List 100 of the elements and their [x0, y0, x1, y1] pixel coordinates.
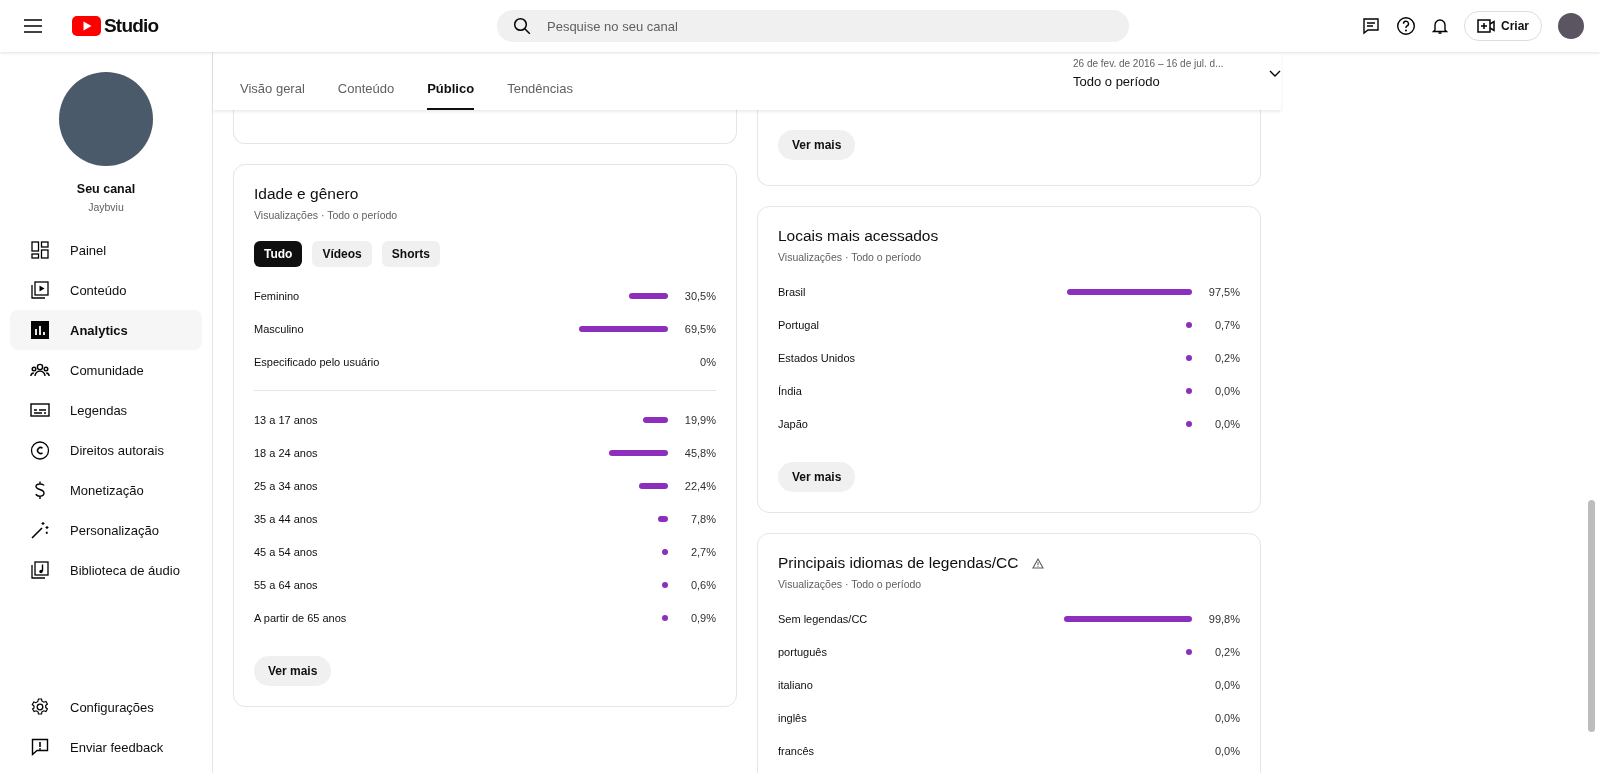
percentage: 0,0% — [1213, 711, 1240, 724]
percentage: 22,4% — [683, 479, 716, 492]
tab[interactable]: Conteúdo — [337, 81, 395, 110]
percentage: 2,7% — [689, 545, 716, 558]
sidebar-item[interactable]: Monetização — [10, 470, 202, 510]
tab[interactable]: Tendências — [507, 81, 573, 110]
row-label: 25 a 34 anos — [254, 479, 319, 492]
dashboard-icon — [30, 241, 50, 259]
channel-name: Jaybviu — [88, 201, 124, 213]
card-subtitle: Visualizações · Todo o período — [254, 209, 399, 221]
percentage: 99,8% — [1207, 612, 1240, 625]
bar-dot — [1186, 321, 1192, 328]
row-label: 35 a 44 anos — [254, 512, 319, 525]
help-icon[interactable] — [1395, 16, 1416, 36]
comment-icon[interactable] — [1361, 17, 1380, 35]
magic-wand-icon — [30, 521, 50, 539]
search-field[interactable]: Pesquise no seu canal — [497, 10, 1129, 42]
row-label: Portugal — [778, 318, 820, 331]
percentage: 45,8% — [683, 446, 716, 459]
sidebar-item[interactable]: Comunidade — [10, 350, 202, 390]
analytics-icon — [30, 321, 50, 339]
sidebar-item[interactable]: Analytics — [10, 310, 202, 350]
bar — [639, 482, 668, 489]
notification-bell-icon[interactable] — [1431, 17, 1448, 35]
channel-title: Seu canal — [76, 182, 136, 196]
row-label: A partir de 65 anos — [254, 611, 348, 624]
percentage: 0,9% — [689, 611, 716, 624]
card-title: Idade e gênero — [254, 185, 359, 203]
bar-dot — [662, 548, 668, 555]
avatar[interactable] — [1558, 13, 1584, 39]
bar-dot — [1186, 648, 1192, 655]
sidebar-item[interactable]: Enviar feedback — [10, 727, 202, 767]
bar-dot — [662, 581, 668, 588]
percentage: 0,7% — [1213, 318, 1240, 331]
bar-dot — [1186, 354, 1192, 361]
row-label: inglês — [778, 711, 808, 724]
bar-dot — [662, 614, 668, 621]
row-label: Índia — [778, 384, 803, 397]
filter-chip[interactable]: Vídeos — [312, 241, 372, 267]
percentage: 0% — [699, 355, 716, 368]
row-label: italiano — [778, 678, 814, 691]
bar — [642, 416, 668, 423]
percentage: 0,0% — [1213, 744, 1240, 757]
play-logo-icon — [72, 16, 101, 36]
sidebar-item[interactable]: Direitos autorais — [10, 430, 202, 470]
see-more-button[interactable]: Ver mais — [778, 462, 856, 492]
percentage: 0,2% — [1213, 645, 1240, 658]
video-icon — [30, 281, 50, 299]
scrollbar-thumb[interactable] — [1588, 500, 1595, 732]
tab[interactable]: Visão geral — [240, 81, 305, 110]
logo-text[interactable]: Studio — [104, 15, 159, 37]
row-label: Especificado pelo usuário — [254, 355, 381, 368]
row-label: Masculino — [254, 322, 305, 335]
percentage: 19,9% — [683, 413, 716, 426]
row-label: 18 a 24 anos — [254, 446, 319, 459]
percentage: 0,0% — [1213, 384, 1240, 397]
settings-icon — [30, 698, 50, 716]
bar — [628, 292, 668, 299]
date-range: 26 de fev. de 2016 – 16 de jul. d... — [1073, 58, 1225, 69]
sidebar-item[interactable]: Configurações — [10, 687, 202, 727]
row-label: Brasil — [778, 285, 807, 298]
sidebar-item[interactable]: Biblioteca de áudio — [10, 550, 202, 590]
bar — [609, 449, 668, 456]
row-label: Sem legendas/CC — [778, 612, 869, 625]
card-subtitle: Visualizações · Todo o período — [778, 578, 923, 590]
sidebar-item[interactable]: Painel — [10, 230, 202, 270]
row-label: francês — [778, 744, 816, 757]
sidebar-item[interactable]: Legendas — [10, 390, 202, 430]
filter-chip[interactable]: Tudo — [254, 241, 303, 267]
sidebar-item[interactable]: Conteúdo — [10, 270, 202, 310]
row-label: 13 a 17 anos — [254, 413, 319, 426]
percentage: 7,8% — [689, 512, 716, 525]
percentage: 0,2% — [1213, 351, 1240, 364]
people-icon — [30, 362, 50, 378]
row-label: Japão — [778, 417, 809, 430]
feedback-icon — [30, 738, 50, 756]
warning-icon[interactable] — [1032, 557, 1045, 569]
sidebar-item[interactable]: Personalização — [10, 510, 202, 550]
row-label: Feminino — [254, 289, 301, 302]
percentage: 0,6% — [689, 578, 716, 591]
see-more-button[interactable]: Ver mais — [254, 656, 332, 686]
subtitles-icon — [30, 402, 50, 418]
search-input[interactable]: Pesquise no seu canal — [545, 17, 1113, 35]
percentage: 97,5% — [1207, 285, 1240, 298]
create-button[interactable]: Criar — [1463, 11, 1542, 41]
copyright-icon — [30, 440, 50, 460]
see-more-button[interactable]: Ver mais — [778, 130, 856, 160]
menu-icon[interactable] — [24, 19, 42, 33]
percentage: 69,5% — [683, 322, 716, 335]
search-icon — [513, 17, 531, 35]
chevron-down-icon — [1269, 69, 1281, 78]
bar-dot — [1186, 387, 1192, 394]
card-title: Principais idiomas de legendas/CC — [778, 554, 1019, 572]
card-title: Locais mais acessados — [778, 227, 939, 245]
add-video-icon — [1476, 19, 1495, 33]
filter-chip[interactable]: Shorts — [381, 241, 440, 267]
row-label: 55 a 64 anos — [254, 578, 319, 591]
percentage: 0,0% — [1213, 417, 1240, 430]
date-range-picker[interactable]: 26 de fev. de 2016 – 16 de jul. d... Todo o período — [1073, 52, 1281, 89]
bar — [658, 515, 668, 522]
